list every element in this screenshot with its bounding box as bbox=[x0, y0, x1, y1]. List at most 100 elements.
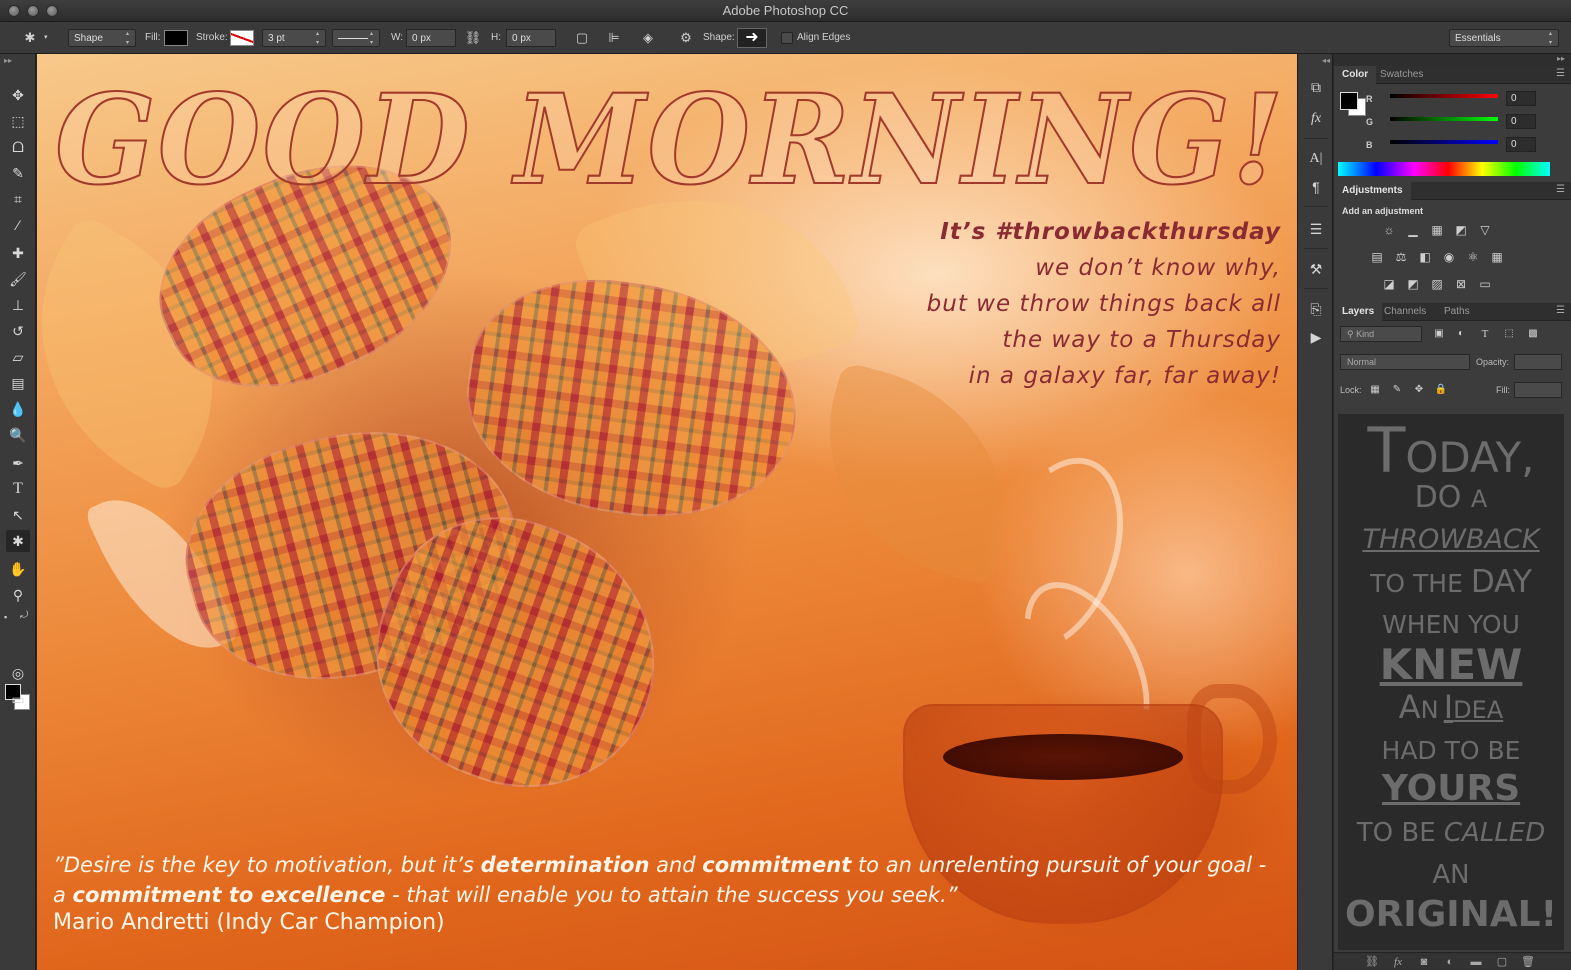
quick-mask-icon[interactable]: ◎ bbox=[6, 662, 30, 684]
blue-slider[interactable] bbox=[1390, 140, 1498, 144]
red-slider[interactable] bbox=[1390, 94, 1498, 98]
vibrance-icon[interactable]: ▤ bbox=[1368, 249, 1386, 265]
gear-icon[interactable]: ⚙ bbox=[676, 28, 696, 48]
tool-mode-select[interactable]: Shape bbox=[68, 29, 136, 48]
green-slider[interactable] bbox=[1390, 117, 1498, 121]
new-layer-icon[interactable]: ▢ bbox=[1492, 954, 1512, 970]
type-tool-icon[interactable]: T bbox=[6, 478, 30, 500]
tab-channels[interactable]: Channels bbox=[1376, 303, 1434, 321]
black-white-icon[interactable]: ◧ bbox=[1416, 249, 1434, 265]
lock-transparent-icon[interactable]: ▦ bbox=[1366, 382, 1384, 398]
filter-shape-icon[interactable]: ⬚ bbox=[1500, 326, 1518, 342]
clone-stamp-icon[interactable]: ⊥ bbox=[6, 294, 30, 316]
threshold-icon[interactable]: ▨ bbox=[1428, 276, 1446, 292]
color-spectrum-bar[interactable] bbox=[1338, 162, 1550, 176]
blend-mode-select[interactable]: Normal bbox=[1340, 354, 1470, 370]
filter-adjustment-icon[interactable]: ◐ bbox=[1452, 326, 1470, 342]
dodge-tool-icon[interactable]: 🔍 bbox=[6, 424, 30, 446]
color-lookup-icon[interactable]: ▦ bbox=[1488, 249, 1506, 265]
lock-position-icon[interactable]: ✥ bbox=[1410, 382, 1428, 398]
posterize-icon[interactable]: ◩ bbox=[1404, 276, 1422, 292]
add-mask-icon[interactable]: ◙ bbox=[1414, 954, 1434, 970]
opacity-field[interactable] bbox=[1514, 354, 1562, 370]
history-brush-icon[interactable]: ↺ bbox=[6, 320, 30, 342]
history-panel-icon[interactable]: ⎘ bbox=[1304, 298, 1328, 320]
selective-color-icon[interactable]: ⊠ bbox=[1452, 276, 1470, 292]
layer-comps-icon[interactable]: ⧉ bbox=[1304, 76, 1328, 98]
exposure-icon[interactable]: ◩ bbox=[1452, 222, 1470, 238]
default-colors-icon[interactable]: ▪ bbox=[4, 612, 7, 622]
lasso-tool-icon[interactable]: ᗝ bbox=[6, 136, 30, 158]
panel-menu-icon[interactable]: ☰ bbox=[1556, 305, 1565, 316]
filter-smart-object-icon[interactable]: ▩ bbox=[1524, 326, 1542, 342]
panel-menu-icon[interactable]: ☰ bbox=[1556, 184, 1565, 195]
filter-type-icon[interactable]: T bbox=[1476, 326, 1494, 342]
width-field[interactable]: 0 px bbox=[406, 29, 456, 47]
lock-all-icon[interactable]: 🔒 bbox=[1432, 382, 1450, 398]
invert-icon[interactable]: ◪ bbox=[1380, 276, 1398, 292]
swap-colors-icon[interactable]: ⤾ bbox=[20, 610, 28, 621]
link-layers-icon[interactable]: ⛓ bbox=[1362, 954, 1382, 970]
fill-swatch[interactable] bbox=[164, 30, 188, 48]
path-arrangement-icon[interactable]: ◈ bbox=[638, 28, 658, 48]
custom-shape-icon[interactable]: ✱ bbox=[6, 530, 30, 552]
green-value-field[interactable]: 0 bbox=[1506, 114, 1536, 129]
tab-paths[interactable]: Paths bbox=[1436, 303, 1478, 321]
crop-tool-icon[interactable]: ⌗ bbox=[6, 188, 30, 210]
red-value-field[interactable]: 0 bbox=[1506, 91, 1536, 106]
curves-icon[interactable]: ▦ bbox=[1428, 222, 1446, 238]
actions-play-icon[interactable]: ▶ bbox=[1304, 326, 1328, 348]
gradient-map-icon[interactable]: ▭ bbox=[1476, 276, 1494, 292]
levels-icon[interactable]: ▁ bbox=[1404, 222, 1422, 238]
custom-shape-tool-preset-icon[interactable]: ✱ bbox=[20, 28, 40, 48]
quick-selection-icon[interactable]: ✎ bbox=[6, 162, 30, 184]
preset-dropdown-arrow-icon[interactable]: ▾ bbox=[44, 29, 48, 47]
marquee-tool-icon[interactable]: ⬚ bbox=[6, 110, 30, 132]
move-tool-icon[interactable]: ✥ bbox=[6, 84, 30, 106]
brightness-contrast-icon[interactable]: ☼ bbox=[1380, 222, 1398, 238]
shape-picker-arrow-icon[interactable]: ➜ bbox=[737, 28, 767, 48]
tab-adjustments[interactable]: Adjustments bbox=[1334, 182, 1411, 200]
workspace-select[interactable]: Essentials bbox=[1449, 29, 1559, 48]
fill-field[interactable] bbox=[1514, 382, 1562, 398]
path-selection-icon[interactable]: ↖ bbox=[6, 504, 30, 526]
hand-tool-icon[interactable]: ✋ bbox=[6, 558, 30, 580]
tool-presets-icon[interactable]: ⚒ bbox=[1304, 258, 1328, 280]
layer-filter-select[interactable]: ⚲ Kind bbox=[1340, 326, 1422, 342]
screen-mode-icon[interactable]: ▭ bbox=[6, 688, 30, 710]
tab-color[interactable]: Color bbox=[1334, 66, 1377, 84]
stroke-width-select[interactable]: 3 pt bbox=[262, 29, 326, 48]
photo-filter-icon[interactable]: ◉ bbox=[1440, 249, 1458, 265]
healing-brush-icon[interactable]: ✚ bbox=[6, 242, 30, 264]
path-operations-icon[interactable]: ▢ bbox=[572, 28, 592, 48]
eyedropper-icon[interactable]: ⁄ bbox=[6, 214, 30, 236]
gradient-map-triangle-icon[interactable]: ▽ bbox=[1476, 222, 1494, 238]
collapse-dock-icon[interactable]: ◂◂ bbox=[1322, 56, 1330, 65]
color-panel-foreground-swatch[interactable] bbox=[1340, 92, 1358, 110]
blur-tool-icon[interactable]: 💧 bbox=[6, 398, 30, 420]
brush-presets-icon[interactable]: ☰ bbox=[1304, 218, 1328, 240]
align-edges-checkbox[interactable] bbox=[781, 32, 793, 44]
pen-tool-icon[interactable]: ✒ bbox=[6, 452, 30, 474]
stroke-type-select[interactable] bbox=[332, 29, 380, 48]
panel-menu-icon[interactable]: ☰ bbox=[1556, 68, 1565, 79]
brush-tool-icon[interactable]: 🖌 bbox=[6, 268, 30, 290]
eraser-icon[interactable]: ▱ bbox=[6, 346, 30, 368]
height-field[interactable]: 0 px bbox=[506, 29, 556, 47]
tab-swatches[interactable]: Swatches bbox=[1372, 66, 1431, 84]
tab-layers[interactable]: Layers bbox=[1334, 303, 1383, 321]
color-balance-icon[interactable]: ⚖ bbox=[1392, 249, 1410, 265]
gradient-tool-icon[interactable]: ▤ bbox=[6, 372, 30, 394]
new-group-icon[interactable]: ▬ bbox=[1466, 954, 1486, 970]
path-alignment-icon[interactable]: ⊫ bbox=[604, 28, 624, 48]
character-panel-icon[interactable]: A| bbox=[1304, 148, 1328, 170]
blue-value-field[interactable]: 0 bbox=[1506, 137, 1536, 152]
new-adjustment-layer-icon[interactable]: ◐ bbox=[1440, 954, 1460, 970]
paragraph-panel-icon[interactable]: ¶ bbox=[1304, 176, 1328, 198]
filter-pixel-icon[interactable]: ▣ bbox=[1430, 326, 1448, 342]
link-icon[interactable]: ⛓ bbox=[463, 28, 483, 48]
styles-icon[interactable]: fx bbox=[1304, 108, 1328, 130]
channel-mixer-icon[interactable]: ⚛ bbox=[1464, 249, 1482, 265]
trash-icon[interactable]: 🗑 bbox=[1518, 954, 1538, 970]
panel-collapse-bar[interactable]: ▸▸ bbox=[1334, 54, 1571, 66]
